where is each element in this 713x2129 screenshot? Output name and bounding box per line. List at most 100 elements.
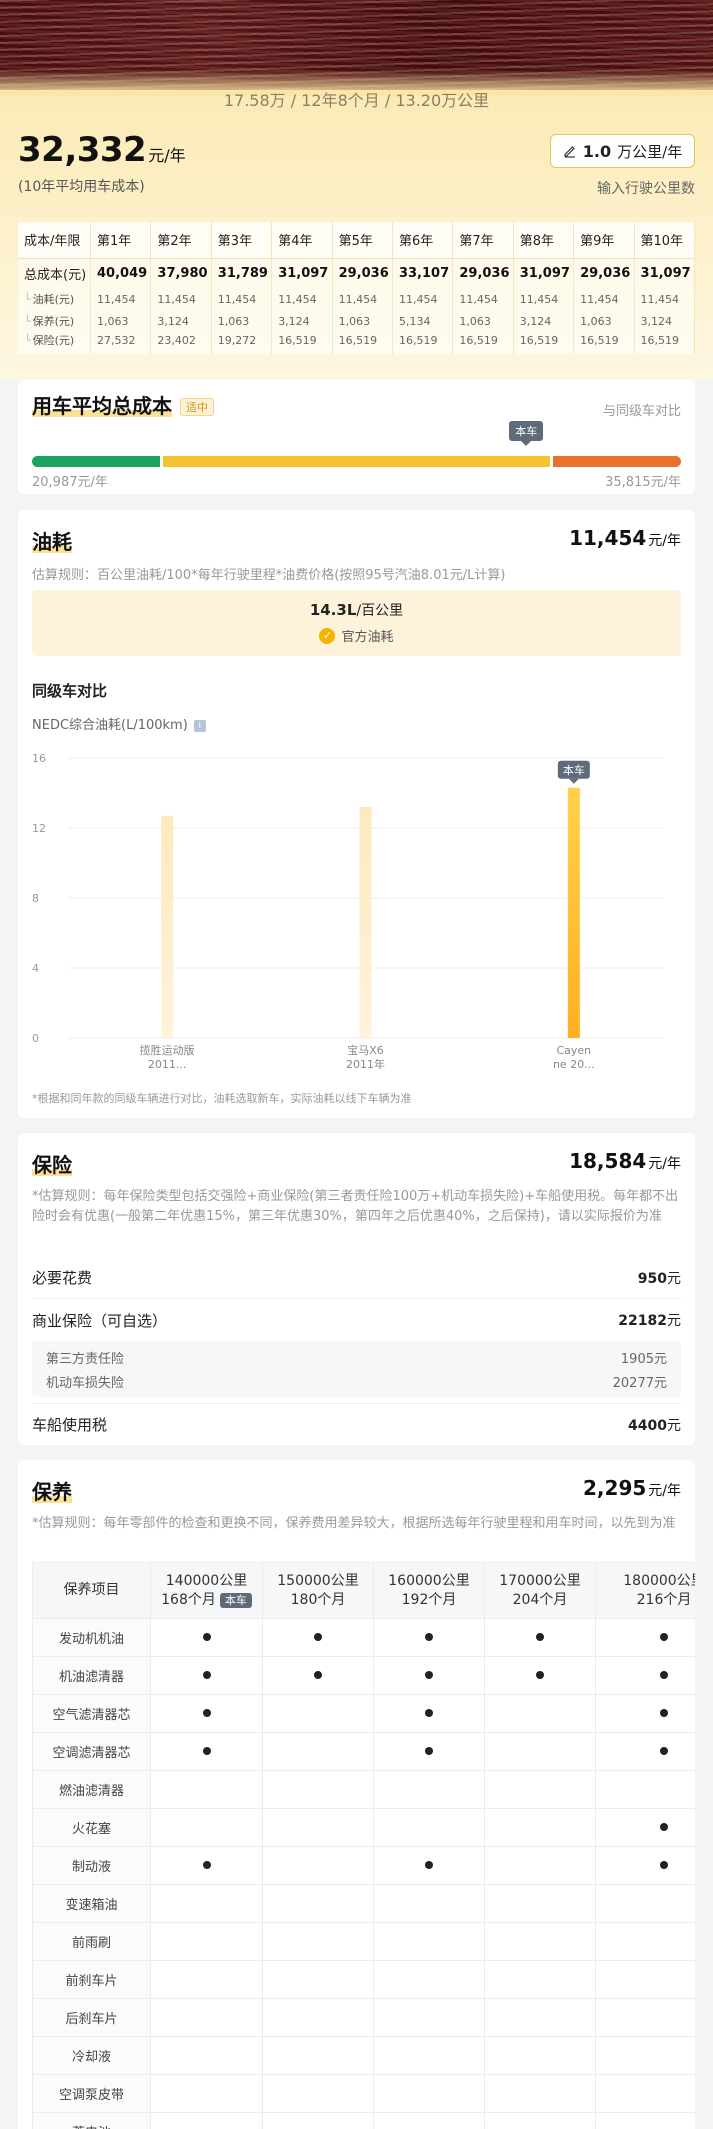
chart-y-tick-label: 0 — [32, 1032, 39, 1045]
maintenance-table: 保养项目 140000公里 168个月 本车 150000公里 180个月 160000公里… — [32, 1562, 695, 2129]
compare-same-class-link[interactable]: 与同级车对比 — [603, 400, 681, 419]
total-cost-block: 32,332 元/年 (10年平均用车成本) — [18, 130, 186, 196]
maintenance-cell — [262, 1922, 374, 1961]
cost-table-row: 油耗(元)11,45411,45411,45411,45411,45411,45… — [18, 288, 696, 310]
maintenance-cell — [595, 1884, 695, 1923]
insurance-tax-row: 车船使用税 4400元 — [32, 1403, 681, 1445]
maintenance-table-scroll[interactable]: 保养项目 140000公里 168个月 本车 150000公里 180个月 160000公里… — [32, 1562, 695, 2129]
cost-table-row-label: 保养(元) — [18, 310, 92, 332]
required-dot-icon — [660, 1861, 668, 1869]
cost-table-cell: 19,272 — [211, 332, 273, 354]
cost-table-year-header: 第5年 — [332, 222, 393, 259]
cost-table-cell: 1,063 — [452, 310, 514, 332]
required-dot-icon — [425, 1709, 433, 1717]
maintenance-cell — [484, 2074, 596, 2113]
cost-table-row: 保养(元)1,0633,1241,0633,1241,0635,1341,063… — [18, 310, 696, 332]
maintenance-item-name: 制动液 — [32, 1846, 151, 1885]
cost-table-cell: 5,134 — [392, 310, 454, 332]
total-cost-unit: 元/年 — [148, 146, 186, 165]
maintenance-cell — [595, 1998, 695, 2037]
required-dot-icon — [202, 1861, 211, 1869]
cost-table-body: 总成本(元) 40,049 37,980 31,789 31,097 29,036 33,1… — [18, 258, 696, 354]
maintenance-cell — [150, 1960, 263, 1999]
maintenance-cell — [595, 1656, 695, 1695]
required-dot-icon — [202, 1709, 211, 1717]
insurance-required-value: 950元 — [637, 1270, 681, 1287]
maintenance-cell — [262, 1770, 374, 1809]
insurance-cost-value: 18,584 元/年 — [569, 1149, 681, 1173]
maintenance-cost-unit: 元/年 — [648, 1483, 681, 1499]
maintenance-interval-header: 180000公里216个月 — [595, 1562, 695, 1619]
required-dot-icon — [314, 1671, 322, 1679]
cost-bar-low-segment — [32, 456, 160, 467]
maintenance-row: 发动机机油 — [32, 1618, 695, 1657]
maintenance-item-name: 发动机机油 — [32, 1618, 151, 1657]
required-dot-icon — [660, 1709, 668, 1717]
maintenance-row: 空调滤清器芯 — [32, 1732, 695, 1771]
km-per-year-button[interactable]: 1.0 万公里/年 — [550, 134, 695, 168]
cost-table-year-header: 第2年 — [150, 222, 212, 259]
cost-table-cell: 16,519 — [392, 332, 454, 354]
maintenance-cell — [595, 2112, 695, 2129]
cost-table-cell: 11,454 — [90, 288, 152, 310]
chart-y-tick-label: 16 — [32, 752, 46, 765]
maintenance-item-name: 蓄电池 — [32, 2112, 151, 2129]
maintenance-cell — [150, 1998, 263, 2037]
maintenance-item-name: 冷却液 — [32, 2036, 151, 2075]
maintenance-cell — [595, 1732, 695, 1771]
maintenance-cell — [262, 1656, 374, 1695]
cost-table-cell: 11,454 — [573, 288, 635, 310]
cost-table-row-label: 油耗(元) — [18, 288, 92, 310]
insurance-title: 保险 — [32, 1153, 72, 1177]
maintenance-cell — [595, 1694, 695, 1733]
insurance-commercial-item: 第三方责任险 1905元 — [46, 1351, 667, 1367]
maintenance-cell — [150, 2036, 263, 2075]
cost-table-cell: 31,097 — [634, 258, 696, 288]
insurance-required-label: 必要花费 — [32, 1269, 93, 1287]
required-dot-icon — [425, 1671, 433, 1679]
maintenance-cell — [373, 1922, 485, 1961]
maintenance-cell — [150, 1770, 263, 1809]
cost-table-cell: 1,063 — [332, 310, 393, 332]
cost-bar-high-segment — [553, 456, 681, 467]
cost-table-cell: 23,402 — [150, 332, 212, 354]
cost-table-cell: 1,063 — [211, 310, 273, 332]
car-summary-line: 17.58万 / 12年8个月 / 13.20万公里 — [223, 91, 490, 110]
maintenance-cell — [150, 1808, 263, 1847]
cost-bar-mid-segment — [163, 456, 550, 467]
maintenance-cost-value: 2,295 元/年 — [583, 1476, 681, 1500]
maintenance-cell — [150, 2112, 263, 2129]
required-dot-icon — [536, 1671, 544, 1679]
cost-bar-min-label: 20,987元/年 — [32, 475, 108, 490]
maintenance-table-header: 保养项目 140000公里 168个月 本车 150000公里 180个月 160000公里… — [32, 1562, 695, 1619]
maintenance-row: 制动液 — [32, 1846, 695, 1885]
required-dot-icon — [425, 1747, 433, 1755]
maintenance-cell — [595, 1846, 695, 1885]
chart-y-tick-label: 4 — [32, 962, 39, 975]
maintenance-row: 蓄电池 — [32, 2112, 695, 2129]
cost-table-year-header: 第1年 — [90, 222, 152, 259]
chart-x-tick-label: Cayen — [556, 1044, 591, 1057]
chart-this-car-marker: 本车 — [557, 760, 590, 784]
cost-table-cell: 31,097 — [271, 258, 333, 288]
cost-table-cell: 29,036 — [573, 258, 635, 288]
cost-table-cell: 16,519 — [513, 332, 575, 354]
cost-table-year-header: 第8年 — [513, 222, 575, 259]
maintenance-cell — [373, 1618, 485, 1657]
cost-table-cell: 11,454 — [150, 288, 212, 310]
fuel-compare-chart: 0 4 8 12 16 揽胜运动版2011... 宝马X62011年 Cayenne 20..… — [32, 752, 663, 1071]
maintenance-cell — [373, 1884, 485, 1923]
cost-table-cell: 11,454 — [392, 288, 454, 310]
maintenance-cell — [595, 1922, 695, 1961]
edit-pencil-icon — [564, 146, 575, 158]
insurance-commercial-items: 第三方责任险 1905元 机动车损失险 20277元 — [32, 1341, 681, 1397]
cost-table-cell: 37,980 — [150, 258, 212, 288]
maintenance-cell — [262, 2036, 374, 2075]
cost-table-year-header: 第9年 — [573, 222, 635, 259]
this-car-marker: 本车 — [509, 421, 544, 446]
cost-table-cell: 11,454 — [271, 288, 333, 310]
maintenance-cell — [373, 1694, 485, 1733]
maintenance-cost-number: 2,295 — [583, 1476, 647, 1500]
maintenance-cell — [150, 1884, 263, 1923]
maintenance-interval-header: 160000公里 192个月 — [373, 1562, 485, 1619]
